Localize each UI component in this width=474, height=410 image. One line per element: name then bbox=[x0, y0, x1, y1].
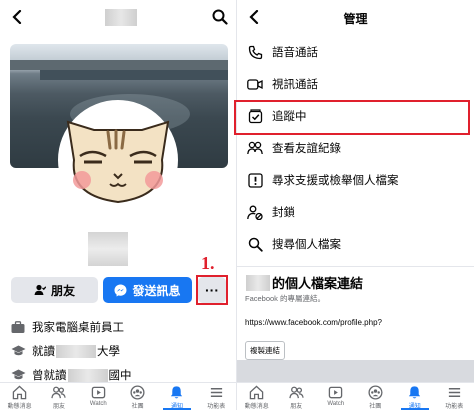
tab-label: 社團 bbox=[131, 404, 144, 410]
profile-link-url[interactable]: https://www.facebook.com/profile.php? bbox=[245, 318, 467, 327]
tab-groups[interactable]: 社團 bbox=[356, 383, 396, 410]
bottom-tab-bar: 動態消息 朋友 Watch 社團 通知 功能表 bbox=[0, 382, 236, 410]
block-icon bbox=[245, 202, 265, 222]
tab-home[interactable]: 動態消息 bbox=[237, 383, 277, 410]
intro-junior-high-prefix: 曾就讀 bbox=[32, 370, 67, 382]
highlight-box-more bbox=[196, 275, 228, 305]
profile-link-subtitle: Facebook 的專屬連結。 bbox=[245, 294, 326, 303]
junior-high-name-redacted bbox=[67, 368, 108, 382]
friends-icon bbox=[289, 386, 304, 399]
tab-label: 通知 bbox=[170, 404, 183, 410]
step-label: 1. bbox=[201, 253, 215, 273]
tab-label: 動態消息 bbox=[7, 404, 32, 410]
home-icon bbox=[250, 385, 264, 400]
tab-label: 社團 bbox=[369, 404, 382, 410]
menu-item-report-profile[interactable]: 尋求支援或檢舉個人檔案 bbox=[237, 164, 474, 196]
menu-item-friendship-history[interactable]: 查看友誼紀錄 bbox=[237, 132, 474, 164]
tab-notifications[interactable]: 通知 bbox=[157, 383, 196, 410]
page-title: 管理 bbox=[343, 12, 368, 26]
avatar[interactable] bbox=[58, 100, 178, 220]
menu-item-label: 搜尋個人檔案 bbox=[272, 239, 341, 251]
tab-label: Watch bbox=[327, 401, 345, 407]
search-icon bbox=[212, 9, 228, 25]
menu-item-label: 查看友誼紀錄 bbox=[272, 143, 341, 155]
chevron-left-icon bbox=[12, 10, 22, 24]
tab-notifications[interactable]: 通知 bbox=[395, 383, 435, 410]
tab-watch[interactable]: Watch bbox=[316, 383, 356, 410]
back-button[interactable] bbox=[8, 8, 26, 26]
tab-label: 朋友 bbox=[290, 404, 303, 410]
tab-menu[interactable]: 功能表 bbox=[197, 383, 236, 410]
intro-work-text: 我家電腦桌前員工 bbox=[32, 322, 124, 334]
tab-home[interactable]: 動態消息 bbox=[0, 383, 39, 410]
tab-watch[interactable]: Watch bbox=[79, 383, 118, 410]
menu-icon bbox=[210, 388, 222, 397]
friends-icon bbox=[245, 138, 265, 158]
tab-groups[interactable]: 社團 bbox=[118, 383, 157, 410]
menu-item-voice-call[interactable]: 語音通話 bbox=[237, 36, 474, 68]
friends-button-label: 朋友 bbox=[50, 283, 75, 298]
sheet-backdrop bbox=[237, 360, 474, 382]
tab-label: 朋友 bbox=[52, 404, 65, 410]
search-button[interactable] bbox=[212, 9, 228, 25]
messenger-icon bbox=[114, 284, 127, 296]
manage-menu: 語音通話 視訊通話 追蹤中 查看友誼紀錄 尋求支援或檢舉個人檔案 封鎖 搜尋個人… bbox=[237, 36, 474, 260]
tab-friends[interactable]: 朋友 bbox=[39, 383, 78, 410]
intro-university-prefix: 就讀 bbox=[32, 346, 55, 358]
manage-topbar: 管理 bbox=[237, 0, 474, 36]
menu-icon bbox=[448, 388, 460, 397]
intro-row-university: 就讀 大學 bbox=[10, 339, 230, 363]
graduation-cap-icon bbox=[10, 367, 26, 383]
menu-item-block[interactable]: 封鎖 bbox=[237, 196, 474, 228]
phone-icon bbox=[245, 42, 265, 62]
profile-display-name-redacted bbox=[88, 232, 128, 266]
watch-icon bbox=[329, 386, 343, 399]
copy-link-button[interactable]: 複製連結 bbox=[245, 341, 285, 360]
profile-panel: 1. 朋友 發送訊息 ··· 我家電腦桌前員工 就讀 大學 曾就讀 國中 動態消… bbox=[0, 0, 236, 410]
tab-label: 動態消息 bbox=[244, 404, 269, 410]
tab-label: Watch bbox=[89, 401, 107, 407]
tab-label: 功能表 bbox=[445, 404, 464, 410]
home-icon bbox=[12, 385, 27, 400]
send-message-label: 發送訊息 bbox=[132, 283, 181, 298]
university-name-redacted bbox=[56, 344, 96, 358]
friends-icon bbox=[51, 386, 67, 399]
profile-name-redacted bbox=[105, 9, 137, 26]
tab-menu[interactable]: 功能表 bbox=[435, 383, 474, 410]
highlight-box-following bbox=[234, 100, 470, 135]
menu-item-label: 尋求支援或檢舉個人檔案 bbox=[272, 175, 399, 187]
watch-icon bbox=[91, 386, 106, 399]
menu-item-label: 封鎖 bbox=[272, 207, 295, 219]
profile-topbar bbox=[0, 0, 236, 36]
profile-link-title: 的個人檔案連結 bbox=[245, 273, 467, 292]
groups-icon bbox=[368, 385, 383, 400]
menu-item-label: 視訊通話 bbox=[272, 79, 318, 91]
send-message-button[interactable]: 發送訊息 bbox=[103, 277, 192, 303]
manage-panel: 管理 語音通話 視訊通話 追蹤中 查看友誼紀錄 尋求支援或檢舉個人檔案 封鎖 搜… bbox=[236, 0, 474, 410]
search-icon bbox=[245, 234, 265, 254]
menu-item-label: 語音通話 bbox=[272, 47, 318, 59]
profile-link-title-text: 的個人檔案連結 bbox=[272, 276, 364, 291]
video-camera-icon bbox=[245, 74, 265, 94]
graduation-cap-icon bbox=[10, 343, 26, 359]
report-icon bbox=[245, 170, 265, 190]
groups-icon bbox=[130, 385, 145, 400]
briefcase-icon bbox=[10, 319, 26, 335]
tab-label: 通知 bbox=[408, 404, 421, 410]
intro-row-work: 我家電腦桌前員工 bbox=[10, 315, 230, 339]
bell-icon bbox=[409, 386, 421, 399]
menu-item-video-call[interactable]: 視訊通話 bbox=[237, 68, 474, 100]
friends-button[interactable]: 朋友 bbox=[11, 277, 98, 303]
intro-junior-high-suffix: 國中 bbox=[108, 370, 132, 382]
profile-link-section: 的個人檔案連結 Facebook 的專屬連結。 https://www.face… bbox=[237, 266, 474, 360]
bell-icon bbox=[171, 386, 183, 399]
bottom-tab-bar: 動態消息 朋友 Watch 社團 通知 功能表 bbox=[237, 382, 474, 410]
friend-check-icon bbox=[34, 284, 46, 295]
menu-item-search-profile[interactable]: 搜尋個人檔案 bbox=[237, 228, 474, 260]
profile-link-name-redacted bbox=[246, 274, 270, 291]
intro-university-suffix: 大學 bbox=[97, 346, 120, 358]
tab-label: 功能表 bbox=[207, 404, 226, 410]
intro-section: 我家電腦桌前員工 就讀 大學 曾就讀 國中 bbox=[10, 315, 230, 387]
tab-friends[interactable]: 朋友 bbox=[277, 383, 317, 410]
